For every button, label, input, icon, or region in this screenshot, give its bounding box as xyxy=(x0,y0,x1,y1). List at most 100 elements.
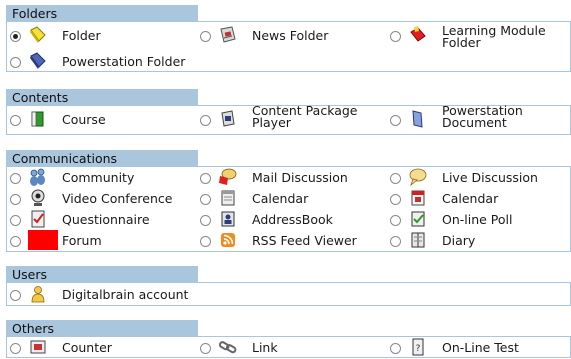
label-rss-feed-viewer: RSS Feed Viewer xyxy=(252,233,357,248)
radio-counter[interactable] xyxy=(10,343,21,354)
label-folder: Folder xyxy=(62,28,101,43)
live-discussion-icon xyxy=(409,168,427,187)
user-account-icon xyxy=(31,286,45,303)
radio-mail-discussion[interactable] xyxy=(200,173,211,184)
label-online-poll: On-line Poll xyxy=(442,212,513,227)
option-questionnaire[interactable]: Questionnaire xyxy=(10,209,190,231)
label-video-conference: Video Conference xyxy=(62,191,173,206)
radio-learning-module-folder[interactable] xyxy=(390,31,401,42)
radio-course[interactable] xyxy=(10,115,21,126)
label-addressbook: AddressBook xyxy=(252,212,333,227)
option-content-package-player[interactable]: Content Package Player xyxy=(200,103,380,131)
label-community: Community xyxy=(62,170,135,185)
label-powerstation-document: Powerstation Document xyxy=(442,103,523,130)
section-communications: Communications Community Mail Discussion… xyxy=(6,150,571,252)
forum-red-square-icon xyxy=(28,230,58,250)
mail-discussion-icon xyxy=(219,168,237,185)
section-header-users: Users xyxy=(6,266,198,283)
radio-powerstation-document[interactable] xyxy=(390,115,401,126)
radio-powerstation-folder[interactable] xyxy=(10,57,21,68)
radio-online-test[interactable] xyxy=(390,343,401,354)
radio-content-package-player[interactable] xyxy=(200,115,211,126)
news-folder-icon xyxy=(220,26,236,43)
addressbook-icon xyxy=(221,211,235,227)
diary-icon xyxy=(411,232,425,248)
option-calendar[interactable]: Calendar xyxy=(200,188,380,210)
radio-diary[interactable] xyxy=(390,236,401,247)
radio-link[interactable] xyxy=(200,343,211,354)
section-contents: Contents Course Content Package Player P… xyxy=(6,89,571,135)
option-news-folder[interactable]: News Folder xyxy=(200,25,380,47)
option-powerstation-folder[interactable]: Powerstation Folder xyxy=(10,51,230,73)
powerstation-folder-icon xyxy=(30,52,46,69)
label-forum: Forum xyxy=(62,233,102,248)
section-others: Others Counter Link ? On-Line Test xyxy=(6,320,571,358)
course-book-icon xyxy=(31,111,44,127)
option-counter[interactable]: Counter xyxy=(10,337,190,359)
radio-digitalbrain-account[interactable] xyxy=(10,290,21,301)
option-video-conference[interactable]: Video Conference xyxy=(10,188,190,210)
online-test-icon: ? xyxy=(412,338,424,356)
option-folder[interactable]: Folder xyxy=(10,25,190,47)
radio-live-discussion[interactable] xyxy=(390,173,401,184)
svg-text:?: ? xyxy=(416,344,421,354)
yellow-folder-icon xyxy=(30,26,46,43)
radio-online-poll[interactable] xyxy=(390,215,401,226)
label-calendar-2: Calendar xyxy=(442,191,499,206)
radio-addressbook[interactable] xyxy=(200,215,211,226)
questionnaire-icon xyxy=(31,210,45,228)
section-header-contents: Contents xyxy=(6,89,198,106)
label-news-folder: News Folder xyxy=(252,28,329,43)
powerstation-document-icon xyxy=(412,110,423,128)
option-diary[interactable]: Diary xyxy=(390,230,570,252)
label-content-package-player: Content Package Player xyxy=(252,103,358,130)
calendar-icon xyxy=(221,190,235,206)
option-calendar-2[interactable]: Calendar xyxy=(390,188,570,210)
label-counter: Counter xyxy=(62,340,112,355)
label-mail-discussion: Mail Discussion xyxy=(252,170,348,185)
option-link[interactable]: Link xyxy=(200,337,380,359)
learning-module-folder-icon xyxy=(410,26,426,42)
content-package-icon xyxy=(221,110,235,127)
counter-icon xyxy=(30,340,46,354)
radio-forum[interactable] xyxy=(10,236,21,247)
option-powerstation-document[interactable]: Powerstation Document xyxy=(390,103,570,131)
label-online-test: On-Line Test xyxy=(442,340,519,355)
option-mail-discussion[interactable]: Mail Discussion xyxy=(200,167,380,189)
label-diary: Diary xyxy=(442,233,476,248)
option-forum[interactable]: Forum xyxy=(10,230,190,252)
label-live-discussion: Live Discussion xyxy=(442,170,538,185)
option-rss-feed-viewer[interactable]: RSS Feed Viewer xyxy=(200,230,380,252)
option-online-test[interactable]: ? On-Line Test xyxy=(390,337,570,359)
option-digitalbrain-account[interactable]: Digitalbrain account xyxy=(10,284,250,306)
label-link: Link xyxy=(252,340,278,355)
section-users: Users Digitalbrain account xyxy=(6,266,571,306)
section-header-folders: Folders xyxy=(6,5,198,22)
poll-icon xyxy=(411,211,425,227)
community-people-icon xyxy=(30,168,45,186)
section-folders: Folders Folder News Folder Learning Modu… xyxy=(6,5,571,72)
radio-questionnaire[interactable] xyxy=(10,215,21,226)
webcam-icon xyxy=(31,189,45,206)
radio-folder[interactable] xyxy=(10,31,21,42)
radio-news-folder[interactable] xyxy=(200,31,211,42)
radio-calendar-2[interactable] xyxy=(390,194,401,205)
label-calendar: Calendar xyxy=(252,191,309,206)
option-addressbook[interactable]: AddressBook xyxy=(200,209,380,231)
section-header-others: Others xyxy=(6,320,198,337)
radio-video-conference[interactable] xyxy=(10,194,21,205)
radio-community[interactable] xyxy=(10,173,21,184)
section-header-communications: Communications xyxy=(6,150,198,167)
option-live-discussion[interactable]: Live Discussion xyxy=(390,167,570,189)
calendar-red-icon xyxy=(411,190,425,206)
label-powerstation-folder: Powerstation Folder xyxy=(62,54,186,69)
option-community[interactable]: Community xyxy=(10,167,190,189)
radio-rss-feed-viewer[interactable] xyxy=(200,236,211,247)
link-chain-icon xyxy=(218,341,237,354)
option-learning-module-folder[interactable]: Learning Module Folder xyxy=(390,24,570,53)
rss-feed-icon xyxy=(221,233,235,247)
option-online-poll[interactable]: On-line Poll xyxy=(390,209,570,231)
label-course: Course xyxy=(62,112,106,127)
radio-calendar[interactable] xyxy=(200,194,211,205)
option-course[interactable]: Course xyxy=(10,109,190,131)
